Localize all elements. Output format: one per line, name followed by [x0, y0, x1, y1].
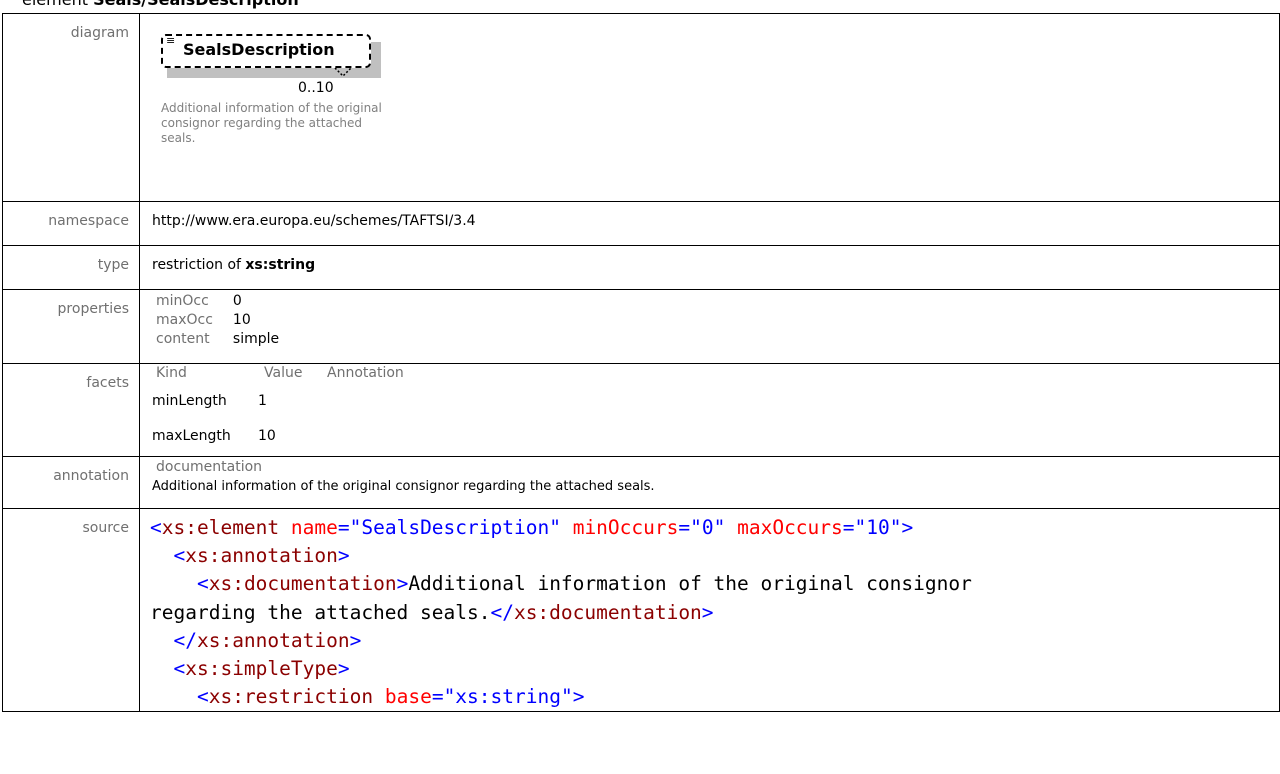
element-doc-table: diagram ≡ SealsDescription 0..10 Additio… — [2, 13, 1280, 713]
source-text: regarding the attached seals. — [150, 600, 491, 624]
source-tag: xs:documentation — [208, 572, 397, 596]
properties-label: properties — [2, 289, 140, 364]
annotation-text: Additional information of the original c… — [152, 479, 655, 494]
properties-cell: minOcc 0 maxOcc 10 content simple — [139, 289, 1280, 364]
namespace-value: http://www.era.europa.eu/schemes/TAFTSI/… — [139, 201, 1280, 246]
element-diagram-box[interactable]: ≡ SealsDescription — [161, 34, 381, 78]
source-attr: base — [384, 685, 432, 709]
source-attr-value: "0" — [690, 516, 726, 539]
source-attr: minOccurs — [572, 516, 679, 539]
property-key: maxOcc — [156, 312, 213, 328]
source-attr-value: "SealsDescription" — [349, 516, 561, 539]
source-cell: <xs:element name="SealsDescription" minO… — [139, 507, 1280, 713]
source-tag: xs:element — [161, 516, 280, 539]
diagram-element-rect: ≡ SealsDescription — [161, 34, 371, 68]
facets-header-value: Value — [264, 365, 303, 381]
diagram-row: diagram ≡ SealsDescription 0..10 Additio… — [2, 13, 1280, 202]
chevron-down-icon — [334, 67, 352, 78]
facet-kind: minLength — [152, 393, 227, 409]
source-tag: xs:restriction — [208, 685, 374, 709]
source-line: <xs:restriction base="xs:string"> — [196, 685, 585, 709]
property-key: content — [156, 331, 210, 347]
source-attr-value: "10" — [854, 516, 902, 539]
property-key: minOcc — [156, 293, 209, 309]
facet-value: 10 — [258, 428, 276, 444]
property-value: 0 — [232, 293, 242, 309]
facets-header-annotation: Annotation — [327, 365, 404, 381]
annotation-title: documentation — [156, 459, 263, 475]
diagram-cell: ≡ SealsDescription 0..10 Additional info… — [139, 13, 1280, 202]
diagram-multiplicity: 0..10 — [298, 80, 334, 96]
source-bracket: < — [150, 516, 162, 539]
source-text: Additional information of the original c… — [408, 572, 972, 596]
source-line: <xs:annotation> — [173, 544, 350, 568]
facets-table: Kind Value Annotation minLength 1 maxLen… — [152, 364, 1279, 456]
source-code: <xs:element name="SealsDescription" minO… — [150, 509, 1279, 711]
source-tag: xs:documentation — [513, 600, 702, 624]
source-line: <xs:element name="SealsDescription" minO… — [150, 516, 914, 539]
facets-cell: Kind Value Annotation minLength 1 maxLen… — [139, 363, 1280, 457]
type-base-link[interactable]: xs:string — [245, 257, 315, 273]
heading-element-name: Seals/SealsDescription — [93, 0, 299, 9]
property-value: 10 — [232, 312, 251, 328]
diagram-element-name: SealsDescription — [183, 40, 335, 59]
diagram-label: diagram — [2, 13, 140, 202]
properties-table: minOcc 0 maxOcc 10 content simple — [152, 292, 279, 349]
property-row: minOcc 0 — [152, 292, 279, 311]
diagram-description: Additional information of the original c… — [161, 101, 382, 145]
facets-label: facets — [2, 363, 140, 457]
annotation-label: annotation — [2, 456, 140, 509]
facet-kind: maxLength — [152, 428, 231, 444]
source-line: regarding the attached seals.</xs:docume… — [150, 600, 714, 624]
source-attr-value: "xs:string" — [443, 685, 573, 709]
properties-row: properties minOcc 0 maxOcc 10 content si… — [2, 289, 1280, 364]
source-line: <xs:documentation>Additional information… — [196, 572, 972, 596]
property-value: simple — [232, 331, 280, 347]
namespace-label: namespace — [2, 201, 140, 246]
facets-row: facets Kind Value Annotation minLength 1… — [2, 363, 1280, 457]
type-row: type restriction of xs:string — [2, 245, 1280, 290]
source-tag: xs:annotation — [185, 544, 338, 568]
facets-header-kind: Kind — [156, 365, 187, 381]
type-prefix: restriction of — [152, 257, 246, 273]
property-row: content simple — [152, 330, 279, 349]
source-line: <xs:simpleType> — [173, 657, 350, 681]
source-tag: xs:annotation — [196, 628, 350, 652]
annotation-row: annotation documentation Additional info… — [2, 456, 1280, 509]
source-attr: maxOccurs — [737, 516, 843, 539]
page-heading: element Seals/SealsDescription — [22, 0, 299, 10]
namespace-row: namespace http://www.era.europa.eu/schem… — [2, 201, 1280, 246]
source-line: </xs:annotation> — [173, 628, 362, 652]
facet-value: 1 — [258, 393, 267, 409]
source-bracket: > — [901, 516, 914, 539]
type-cell: restriction of xs:string — [139, 245, 1280, 290]
source-label: source — [2, 507, 140, 713]
documentation-icon: ≡ — [166, 34, 176, 47]
heading-prefix: element — [22, 0, 93, 9]
source-tag: xs:simpleType — [185, 657, 338, 681]
annotation-cell: documentation Additional information of … — [139, 456, 1280, 509]
type-label: type — [2, 245, 140, 290]
property-row: maxOcc 10 — [152, 311, 279, 330]
source-attr: name — [290, 516, 338, 539]
source-row: source <xs:element name="SealsDescriptio… — [2, 507, 1280, 713]
